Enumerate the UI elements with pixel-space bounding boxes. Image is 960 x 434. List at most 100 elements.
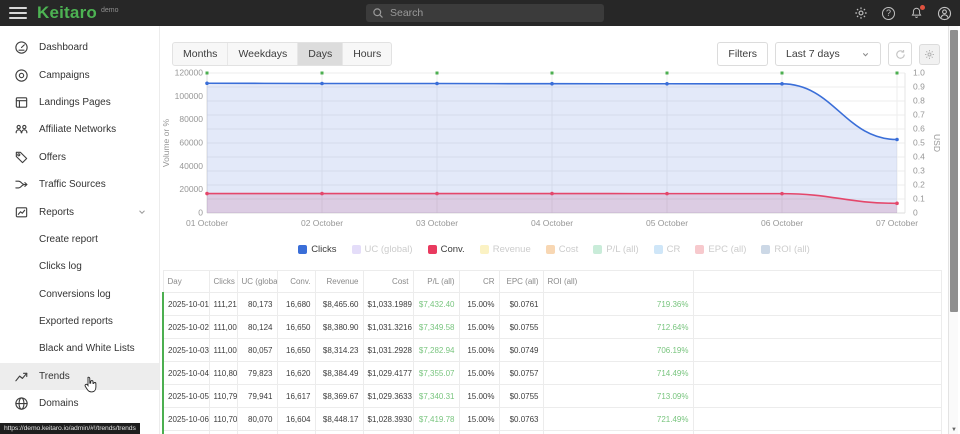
legend-item-clicks[interactable]: Clicks: [298, 244, 336, 255]
table-row[interactable]: 2025-10-03111,0080,05716,650$8,314.23$1,…: [163, 339, 941, 362]
legend-item-revenue[interactable]: Revenue: [480, 244, 531, 255]
tab-weekdays[interactable]: Weekdays: [228, 43, 298, 65]
svg-text:0: 0: [913, 208, 918, 218]
topbar: Keitaro demo ?: [0, 0, 960, 26]
hamburger-menu-icon[interactable]: [9, 4, 27, 22]
cell-roi-all: 706.19%: [543, 339, 693, 362]
column-header-cr[interactable]: CR: [459, 271, 499, 293]
column-header-roi-all[interactable]: ROI (all): [543, 271, 693, 293]
search-input[interactable]: [390, 7, 598, 19]
settings-gear-icon[interactable]: [853, 6, 868, 21]
cell-uc-global: 79,823: [237, 362, 277, 385]
sidebar-subitem-label: Clicks log: [39, 261, 82, 272]
account-icon[interactable]: [937, 6, 952, 21]
sidebar-item-dashboard[interactable]: Dashboard: [0, 34, 159, 61]
brand-logo[interactable]: Keitaro: [37, 3, 97, 23]
cell-p-l-all: $7,340.31: [413, 385, 459, 408]
sidebar-item-offers[interactable]: Offers: [0, 144, 159, 171]
legend-item-epc-all[interactable]: EPC (all): [695, 244, 746, 255]
cell-uc-global: 80,070: [237, 408, 277, 431]
legend-item-cost[interactable]: Cost: [546, 244, 579, 255]
sidebar-item-campaigns[interactable]: Campaigns: [0, 61, 159, 88]
sidebar-item-clicks-log[interactable]: Clicks log: [0, 253, 159, 280]
notification-badge: [920, 5, 925, 10]
chart-settings-button[interactable]: [919, 44, 940, 65]
domains-icon: [14, 396, 29, 411]
sidebar-item-black-and-white-lists[interactable]: Black and White Lists: [0, 335, 159, 362]
date-range-select[interactable]: Last 7 days: [775, 42, 881, 66]
notifications-bell-icon[interactable]: [909, 6, 924, 21]
legend-swatch: [352, 245, 361, 254]
cell-epc-all: $0.0763: [499, 408, 543, 431]
filters-button[interactable]: Filters: [717, 42, 768, 66]
table-row[interactable]: 2025-10-06110,7080,07016,604$8,448.17$1,…: [163, 408, 941, 431]
column-header-cost[interactable]: Cost: [363, 271, 413, 293]
sidebar-item-traffic-sources[interactable]: Traffic Sources: [0, 171, 159, 198]
cell-clicks: 110,79: [209, 385, 237, 408]
reports-icon: [14, 205, 29, 220]
legend-item-conv[interactable]: Conv.: [428, 244, 465, 255]
column-header-revenue[interactable]: Revenue: [315, 271, 363, 293]
affiliate-icon: [14, 122, 29, 137]
dashboard-icon: [14, 40, 29, 55]
scrollbar-thumb[interactable]: [950, 30, 958, 312]
tab-hours[interactable]: Hours: [343, 43, 391, 65]
cell-uc-global: 80,124: [237, 316, 277, 339]
cell-epc-all: $0.0762: [499, 431, 543, 434]
column-header-conv[interactable]: Conv.: [277, 271, 315, 293]
legend-label: EPC (all): [708, 244, 746, 255]
column-header-p-l-all[interactable]: P/L (all): [413, 271, 459, 293]
cell-cost: $585.1102: [363, 431, 413, 434]
sidebar-item-exported-reports[interactable]: Exported reports: [0, 308, 159, 335]
legend-item-cr[interactable]: CR: [654, 244, 681, 255]
table-row[interactable]: 2025-10-05110,7979,94116,617$8,369.67$1,…: [163, 385, 941, 408]
global-search[interactable]: [366, 4, 604, 22]
cell-filler: [693, 431, 941, 434]
tab-months[interactable]: Months: [173, 43, 228, 65]
column-header-uc-global[interactable]: UC (global): [237, 271, 277, 293]
table-row[interactable]: 2025-10-04110,8079,82316,620$8,384.49$1,…: [163, 362, 941, 385]
cell-revenue: $8,380.90: [315, 316, 363, 339]
svg-text:0.1: 0.1: [913, 194, 925, 204]
sidebar-item-affiliate-networks[interactable]: Affiliate Networks: [0, 116, 159, 143]
cell-cr: 15.00%: [459, 293, 499, 316]
tab-days[interactable]: Days: [298, 43, 343, 65]
cell-epc-all: $0.0749: [499, 339, 543, 362]
legend-item-roi-all[interactable]: ROI (all): [761, 244, 809, 255]
cell-filler: [693, 316, 941, 339]
cell-filler: [693, 408, 941, 431]
sidebar-item-landings-pages[interactable]: Landings Pages: [0, 89, 159, 116]
refresh-icon: [894, 48, 907, 61]
column-header-day[interactable]: Day: [163, 271, 209, 293]
cell-cr: 15.00%: [459, 385, 499, 408]
sidebar-item-domains[interactable]: Domains: [0, 390, 159, 417]
column-header-epc-all[interactable]: EPC (all): [499, 271, 543, 293]
sidebar-item-trends[interactable]: Trends: [0, 363, 159, 390]
vertical-scrollbar[interactable]: ▼: [948, 26, 958, 434]
sidebar-item-conversions-log[interactable]: Conversions log: [0, 281, 159, 308]
brand-badge: demo: [101, 7, 119, 14]
sidebar-item-reports[interactable]: Reports: [0, 198, 159, 225]
column-header-clicks[interactable]: Clicks: [209, 271, 237, 293]
legend-swatch: [761, 245, 770, 254]
table-row[interactable]: 2025-10-01111,2180,17316,680$8,465.60$1,…: [163, 293, 941, 316]
cell-clicks: 110,80: [209, 362, 237, 385]
trends-icon: [14, 369, 29, 384]
table-row[interactable]: 2025-10-02111,0080,12416,650$8,380.90$1,…: [163, 316, 941, 339]
sidebar-item-create-report[interactable]: Create report: [0, 226, 159, 253]
cell-day: 2025-10-06: [163, 408, 209, 431]
legend-item-p-l-all[interactable]: P/L (all): [593, 244, 638, 255]
app-window: Keitaro demo ? DashboardCampaignsLanding…: [0, 0, 960, 434]
landings-icon: [14, 95, 29, 110]
cell-epc-all: $0.0757: [499, 362, 543, 385]
cell-p-l-all: $7,432.40: [413, 293, 459, 316]
table-row[interactable]: 2025-10-0763,0445,629,456$4,812.55$585.1…: [163, 431, 941, 434]
refresh-button[interactable]: [888, 42, 912, 66]
cell-clicks: 111,00: [209, 339, 237, 362]
help-icon[interactable]: ?: [881, 6, 896, 21]
legend-item-uc-global[interactable]: UC (global): [352, 244, 413, 255]
scrollbar-down-arrow[interactable]: ▼: [949, 427, 959, 433]
cell-conv: 9,456: [277, 431, 315, 434]
cell-conv: 16,604: [277, 408, 315, 431]
cell-clicks: 110,70: [209, 408, 237, 431]
